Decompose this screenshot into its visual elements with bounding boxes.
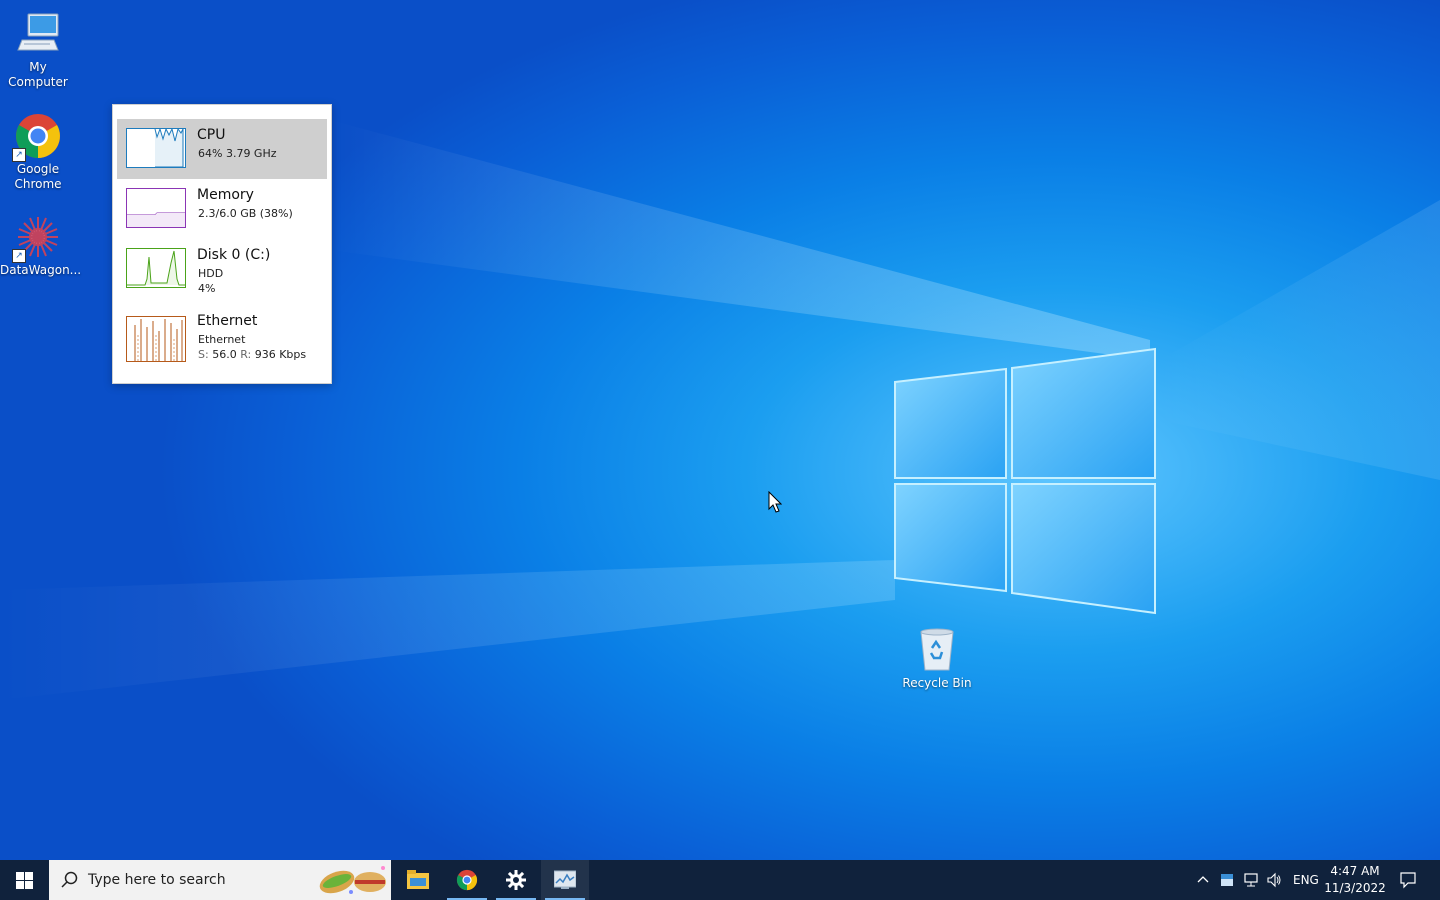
taskbar-file-explorer[interactable] <box>394 860 442 900</box>
desktop-icon-google-chrome[interactable]: ↗ Google Chrome <box>0 112 76 192</box>
desktop-icon-label: DataWagon... <box>0 263 82 277</box>
file-explorer-icon <box>407 870 429 889</box>
notifications-icon[interactable] <box>1399 871 1417 889</box>
chevron-up-icon[interactable] <box>1195 872 1211 888</box>
search-highlight-sandwich-icon <box>319 866 386 894</box>
perf-item-detail: 64% 3.79 GHz <box>198 147 277 160</box>
start-button[interactable] <box>0 860 48 900</box>
disk-graph <box>126 248 186 288</box>
perf-item-cpu[interactable]: CPU 64% 3.79 GHz <box>117 119 327 179</box>
taskbar-task-manager[interactable] <box>541 860 589 900</box>
perf-item-title: Disk 0 (C:) <box>197 247 271 263</box>
volume-icon[interactable] <box>1266 872 1282 888</box>
perf-item-title: CPU <box>197 127 226 143</box>
chrome-icon <box>456 869 478 891</box>
shortcut-arrow-icon: ↗ <box>12 148 26 162</box>
taskbar-clock[interactable]: 4:47 AM 11/3/2022 <box>1322 863 1388 897</box>
taskbar-search-box[interactable]: Type here to search <box>49 860 391 900</box>
taskbar: Type here to search ENG 4:47 AM 11/3/202… <box>0 860 1440 900</box>
perf-item-detail: Ethernet <box>198 333 246 346</box>
taskbar-chrome[interactable] <box>443 860 491 900</box>
perf-item-ethernet[interactable]: Ethernet Ethernet S: 56.0 R: 936 Kbps <box>117 305 327 371</box>
computer-icon <box>14 10 62 58</box>
language-indicator[interactable]: ENG <box>1293 873 1319 887</box>
desktop-icon-label: My Computer <box>8 60 68 89</box>
shortcut-arrow-icon: ↗ <box>12 249 26 263</box>
monitor-app-icon <box>554 870 576 889</box>
taskbar-settings[interactable] <box>492 860 540 900</box>
search-icon <box>61 871 78 888</box>
clock-time: 4:47 AM <box>1330 864 1380 878</box>
mouse-cursor-icon <box>768 491 782 513</box>
perf-item-memory[interactable]: Memory 2.3/6.0 GB (38%) <box>117 179 327 239</box>
memory-graph <box>126 188 186 228</box>
ethernet-graph <box>126 316 186 362</box>
windows-start-icon <box>16 872 33 889</box>
chrome-icon: ↗ <box>12 112 62 162</box>
clock-date: 11/3/2022 <box>1324 881 1386 895</box>
performance-summary-panel: CPU 64% 3.79 GHz Memory 2.3/6.0 GB (38%)… <box>112 104 332 384</box>
send-value: 56.0 <box>212 348 237 361</box>
settings-icon <box>506 870 526 890</box>
perf-item-title: Memory <box>197 187 254 203</box>
storage-tray-icon[interactable] <box>1219 872 1235 888</box>
receive-value: 936 Kbps <box>254 348 307 361</box>
network-icon[interactable] <box>1243 872 1259 888</box>
datawagon-icon: ↗ <box>12 213 62 263</box>
desktop-icon-label: Google Chrome <box>14 162 62 191</box>
perf-item-detail: HDD <box>198 267 224 280</box>
recycle-bin-icon <box>913 626 961 674</box>
search-placeholder: Type here to search <box>88 872 226 888</box>
perf-item-disk[interactable]: Disk 0 (C:) HDD 4% <box>117 239 327 299</box>
windows-wallpaper-logo <box>894 347 1156 615</box>
desktop-icon-label: Recycle Bin <box>902 676 972 690</box>
desktop-icon-recycle-bin[interactable]: Recycle Bin <box>899 626 975 691</box>
send-label: S: <box>198 348 209 361</box>
cpu-graph <box>126 128 186 168</box>
perf-item-detail: 2.3/6.0 GB (38%) <box>198 207 293 220</box>
perf-item-throughput: S: 56.0 R: 936 Kbps <box>198 348 306 361</box>
desktop-icon-datawagon[interactable]: ↗ DataWagon... <box>0 213 82 278</box>
desktop-icon-my-computer[interactable]: My Computer <box>0 10 76 90</box>
perf-item-title: Ethernet <box>197 313 258 329</box>
receive-label: R: <box>240 348 252 361</box>
perf-item-usage: 4% <box>198 282 216 295</box>
